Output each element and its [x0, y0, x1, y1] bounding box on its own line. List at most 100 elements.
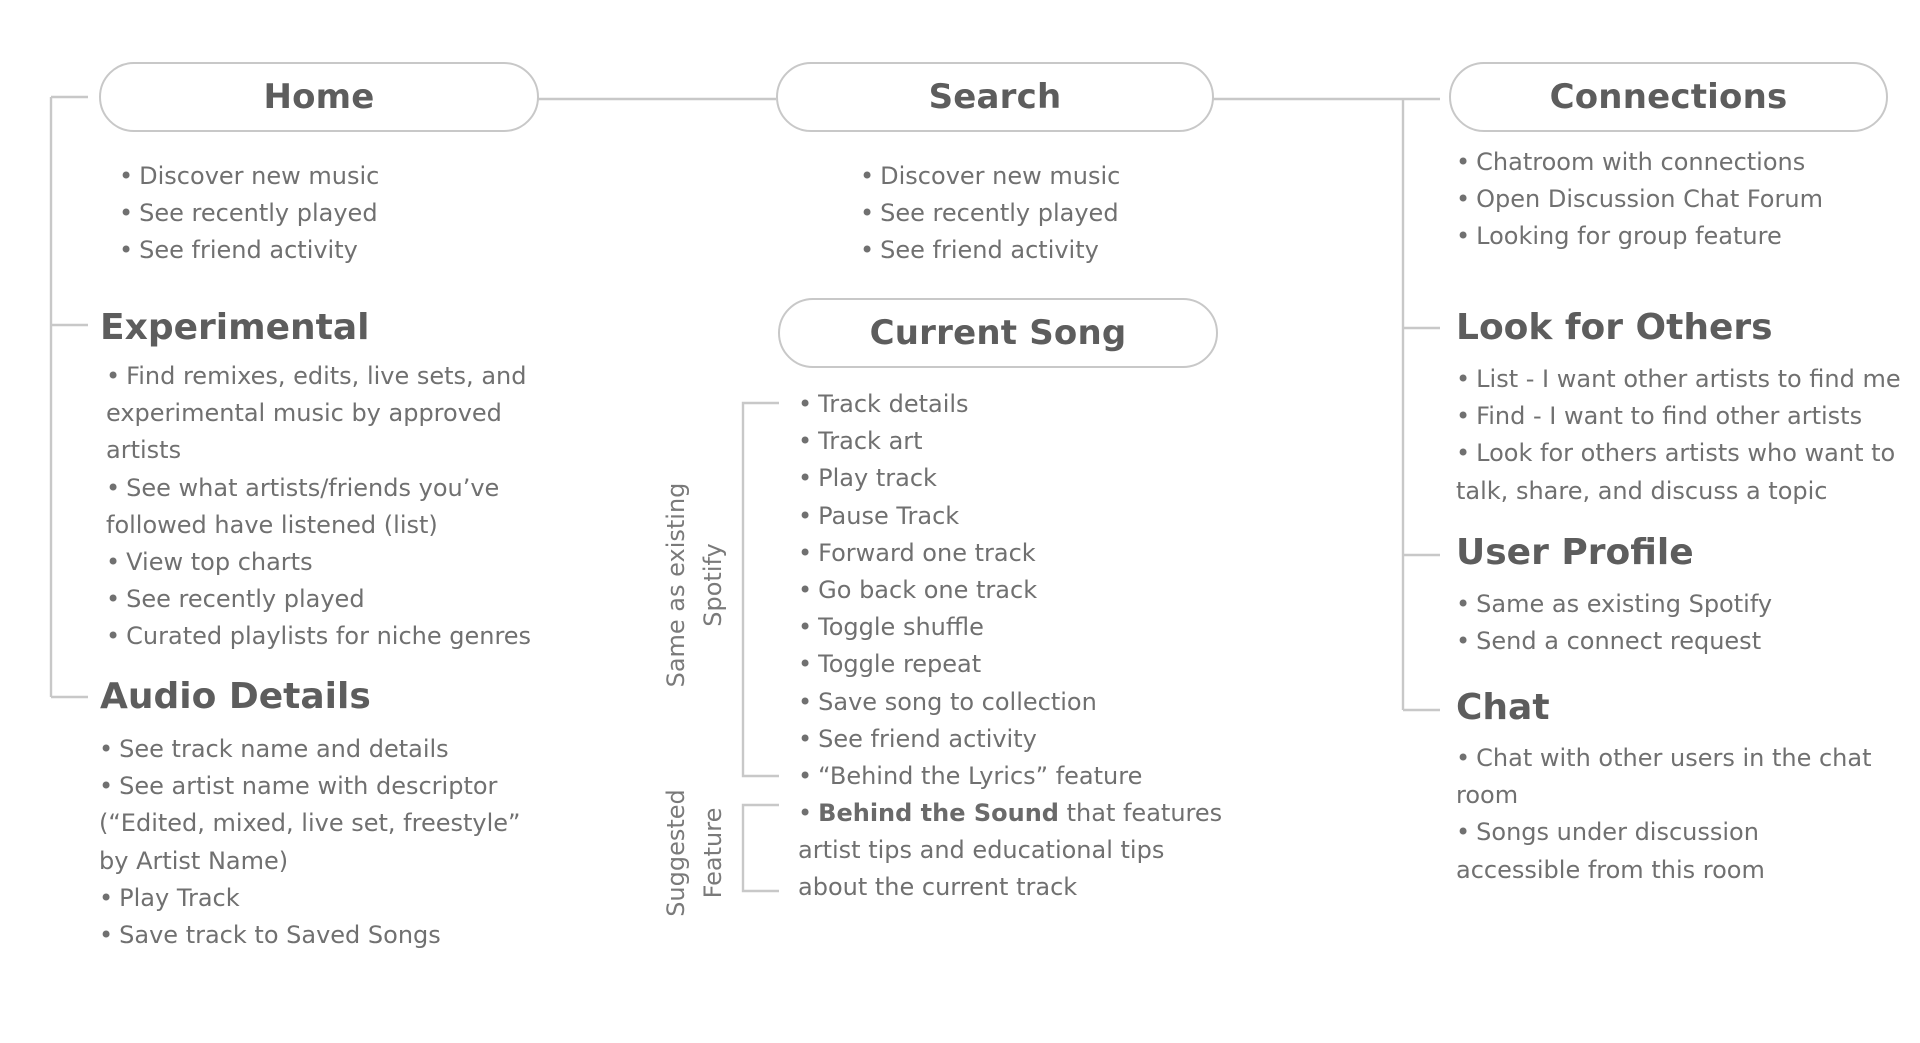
list-item: • Track details [798, 386, 1142, 423]
bullet-icon: • [1456, 818, 1471, 847]
home-node[interactable]: Home [99, 62, 539, 132]
item-text: that features [1058, 799, 1223, 827]
item-text: Toggle repeat [818, 650, 982, 679]
bullet-icon: • [798, 650, 813, 679]
list-item: • View top charts [106, 544, 546, 581]
item-text: Chat with other users in the chat room [1456, 744, 1872, 810]
list-item: • Look for others artists who want to tal… [1456, 435, 1901, 509]
list-item: • Toggle repeat [798, 646, 1142, 683]
item-text: Save track to Saved Songs [119, 921, 441, 950]
bullet-icon: • [1456, 402, 1471, 431]
bullet-icon: • [119, 236, 134, 265]
list-item: • Track art [798, 423, 1142, 460]
bullet-icon: • [1456, 148, 1471, 176]
list-item: • Save track to Saved Songs [99, 917, 549, 954]
audio-details-heading: Audio Details [100, 676, 371, 717]
list-item: • Open Discussion Chat Forum [1456, 181, 1823, 218]
bullet-icon: • [106, 585, 121, 614]
bullet-icon: • [798, 501, 813, 530]
connections-node[interactable]: Connections [1449, 62, 1888, 132]
list-item: • Curated playlists for niche genres [106, 618, 546, 655]
bullet-icon: • [798, 613, 813, 642]
item-text: See friend activity [818, 724, 1037, 753]
list-item: • List - I want other artists to find me [1456, 361, 1901, 398]
list-item: • Discover new music [860, 158, 1120, 195]
list-item: • See friend activity [860, 232, 1120, 269]
connections-title: Connections [1549, 77, 1788, 117]
search-feature-list: • Discover new music • See recently played… [860, 158, 1120, 270]
bullet-icon: • [860, 199, 875, 228]
chat-heading: Chat [1456, 687, 1550, 728]
item-text: “Behind the Lyrics” feature [818, 762, 1143, 791]
item-text: List - I want other artists to find me [1476, 365, 1901, 393]
bullet-icon: • [99, 735, 114, 763]
item-text: Chatroom with connections [1476, 148, 1806, 176]
item-text: Find - I want to find other artists [1476, 402, 1863, 431]
list-item: • See recently played [860, 195, 1120, 232]
bullet-icon: • [106, 548, 121, 577]
bullet-icon: • [99, 883, 114, 912]
list-item: • Behind the Sound that features [798, 795, 1222, 832]
search-node[interactable]: Search [776, 62, 1214, 132]
user-profile-heading: User Profile [1456, 532, 1694, 573]
bullet-icon: • [99, 772, 114, 801]
item-text: See recently played [126, 585, 365, 614]
label-line: Spotify [699, 543, 727, 627]
item-text: Curated playlists for niche genres [126, 622, 532, 651]
list-item: • Forward one track [798, 535, 1142, 572]
current-song-suggested-list: • Behind the Sound that features artist t… [798, 795, 1222, 907]
existing-features-bracket [741, 401, 779, 778]
look-for-others-feature-list: • List - I want other artists to find me … [1456, 361, 1901, 510]
item-text: Play Track [119, 883, 240, 912]
item-text: See what artists/friends you’ve followed… [106, 473, 500, 539]
chat-feature-list: • Chat with other users in the chat room … [1456, 740, 1886, 889]
list-item: • Toggle shuffle [798, 609, 1142, 646]
bullet-icon: • [798, 687, 813, 716]
experimental-feature-list: • Find remixes, edits, live sets, and exp… [106, 358, 546, 656]
list-item: • See track name and details [99, 731, 549, 768]
bullet-icon: • [1456, 365, 1471, 393]
item-text: See friend activity [139, 236, 358, 265]
item-text: See track name and details [119, 735, 449, 763]
list-item: • Pause Track [798, 498, 1142, 535]
item-text: Discover new music [139, 162, 380, 190]
suggested-feature-bracket [741, 803, 779, 893]
item-text: Same as existing Spotify [1476, 590, 1773, 618]
bullet-icon: • [798, 538, 813, 567]
bullet-icon: • [106, 622, 121, 651]
bullet-icon: • [106, 362, 121, 390]
list-item: • Same as existing Spotify [1456, 586, 1772, 623]
experimental-heading: Experimental [100, 307, 370, 348]
bullet-icon: • [99, 921, 114, 950]
item-text: Looking for group feature [1476, 222, 1782, 251]
item-text: See artist name with descriptor (“Edited… [99, 772, 521, 875]
list-item: • Songs under discussion accessible from … [1456, 814, 1886, 888]
list-item: • Send a connect request [1456, 623, 1772, 660]
bullet-icon: • [798, 799, 813, 827]
list-item: • See artist name with descriptor (“Edite… [99, 768, 549, 880]
item-text: View top charts [126, 548, 313, 577]
bullet-icon: • [798, 390, 813, 418]
label-line: Suggested [662, 789, 690, 917]
list-item: • Play Track [99, 880, 549, 917]
list-item: • Save song to collection [798, 684, 1142, 721]
item-text: Save song to collection [818, 687, 1097, 716]
label-line: Feature [699, 807, 727, 899]
current-song-existing-list: • Track details • Track art • Play track • P… [798, 386, 1142, 795]
current-song-title: Current Song [869, 313, 1127, 353]
item-text: about the current track [798, 873, 1078, 902]
item-text: See recently played [880, 199, 1119, 228]
bullet-icon: • [1456, 627, 1471, 656]
bullet-icon: • [798, 464, 813, 493]
item-text: See recently played [139, 199, 378, 228]
item-text: Send a connect request [1476, 627, 1762, 656]
item-text: Track details [818, 390, 969, 418]
list-item: • Go back one track [798, 572, 1142, 609]
list-item: • Chat with other users in the chat room [1456, 740, 1886, 814]
item-text: Play track [818, 464, 937, 493]
bullet-icon: • [798, 724, 813, 753]
item-text: See friend activity [880, 236, 1099, 265]
current-song-node[interactable]: Current Song [778, 298, 1218, 368]
item-text: Look for others artists who want to talk… [1456, 439, 1896, 505]
home-feature-list: • Discover new music • See recently played… [119, 158, 379, 270]
